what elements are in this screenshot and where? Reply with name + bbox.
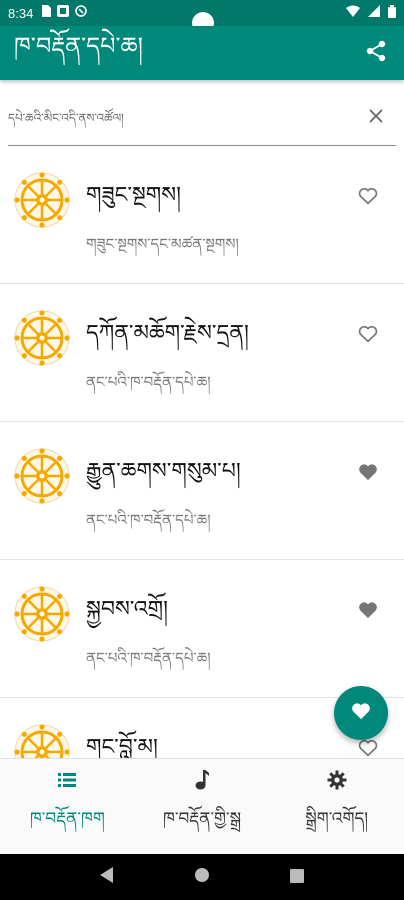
nav-item-1[interactable]: ཁ་བརྡོན་གྱི་སྒྲ [135, 759, 270, 854]
list-icon [58, 769, 77, 791]
list-item[interactable]: སྐྱབས་འགྲོ། ནང་པའི་ཁ་བརྡོན་དཔེ་ཆ། [0, 560, 404, 698]
item-subtitle: གཟུང་སྔགས་དང་མཚན་སྔགས། [86, 235, 239, 253]
nav-label: སྒྲིག་འགོད། [305, 809, 369, 829]
gear-icon [327, 769, 347, 791]
share-button[interactable] [362, 39, 390, 67]
heart-filled-icon [358, 463, 378, 485]
item-subtitle: ནང་པའི་ཁ་བརྡོན་དཔེ་ཆ། [86, 649, 211, 667]
battery-icon [388, 4, 396, 22]
heart-outline-icon [358, 739, 378, 758]
nav-item-0[interactable]: ཁ་བརྡོན་ཁག [0, 759, 135, 854]
favorite-button[interactable] [354, 322, 382, 350]
dharma-wheel-icon [14, 448, 70, 504]
heart-outline-icon [358, 325, 378, 347]
favorite-button[interactable] [354, 184, 382, 212]
dharma-wheel-icon [14, 586, 70, 642]
nav-item-2[interactable]: སྒྲིག་འགོད། [269, 759, 404, 854]
app-bar: ཁ་བརྡོན་དཔེ་ཆ། [0, 26, 404, 80]
item-title: རྒྱུན་ཆགས་གསུམ་པ། [86, 459, 241, 484]
item-subtitle: ནང་པའི་ཁ་བརྡོན་དཔེ་ཆ། [86, 373, 211, 391]
close-icon [368, 108, 384, 128]
app-title: ཁ་བརྡོན་དཔེ་ཆ། [14, 31, 143, 60]
list-item[interactable]: རྒྱུན་ཆགས་གསུམ་པ། ནང་པའི་ཁ་བརྡོན་དཔེ་ཆ། [0, 422, 404, 560]
item-title: གང་བློ་མ། [86, 735, 158, 758]
item-title: གཟུང་སྔགས། [86, 183, 181, 208]
music-note-icon [195, 769, 209, 791]
text-list: གཟུང་སྔགས། གཟུང་སྔགས་དང་མཚན་སྔགས། དཀོན་མཆོ… [0, 146, 404, 758]
list-item[interactable]: གཟུང་སྔགས། གཟུང་སྔགས་དང་མཚན་སྔགས། [0, 146, 404, 284]
back-button[interactable] [100, 867, 114, 887]
item-title: སྐྱབས་འགྲོ། [86, 597, 168, 622]
dharma-wheel-icon [14, 310, 70, 366]
signal-icon [368, 5, 380, 21]
dharma-wheel-icon [14, 724, 70, 758]
wifi-icon [346, 5, 360, 21]
favorite-button[interactable] [354, 460, 382, 488]
favorite-button[interactable] [354, 598, 382, 626]
search-bar [8, 90, 396, 146]
dharma-wheel-icon [14, 172, 70, 228]
bottom-navigation: ཁ་བརྡོན་ཁག ཁ་བརྡོན་གྱི་སྒྲ སྒྲིག་འགོད། [0, 758, 404, 854]
search-input[interactable] [8, 97, 356, 138]
item-title: དཀོན་མཆོག་རྗེས་དྲན། [86, 321, 249, 346]
system-navigation-bar [0, 854, 404, 900]
nav-label: ཁ་བརྡོན་གྱི་སྒྲ [162, 809, 242, 829]
clear-search-button[interactable] [356, 98, 396, 138]
heart-outline-icon [358, 187, 378, 209]
heart-filled-icon [358, 601, 378, 623]
heart-icon [351, 702, 371, 724]
list-item[interactable]: དཀོན་མཆོག་རྗེས་དྲན། ནང་པའི་ཁ་བརྡོན་དཔེ་ཆ། [0, 284, 404, 422]
home-button[interactable] [194, 867, 210, 887]
share-icon [366, 40, 386, 66]
status-time: 8:34 [8, 5, 34, 21]
nav-label: ཁ་བརྡོན་ཁག [29, 809, 105, 829]
recents-button[interactable] [290, 868, 304, 887]
item-subtitle: ནང་པའི་ཁ་བརྡོན་དཔེ་ཆ། [86, 511, 211, 529]
favorites-fab[interactable] [334, 686, 388, 740]
